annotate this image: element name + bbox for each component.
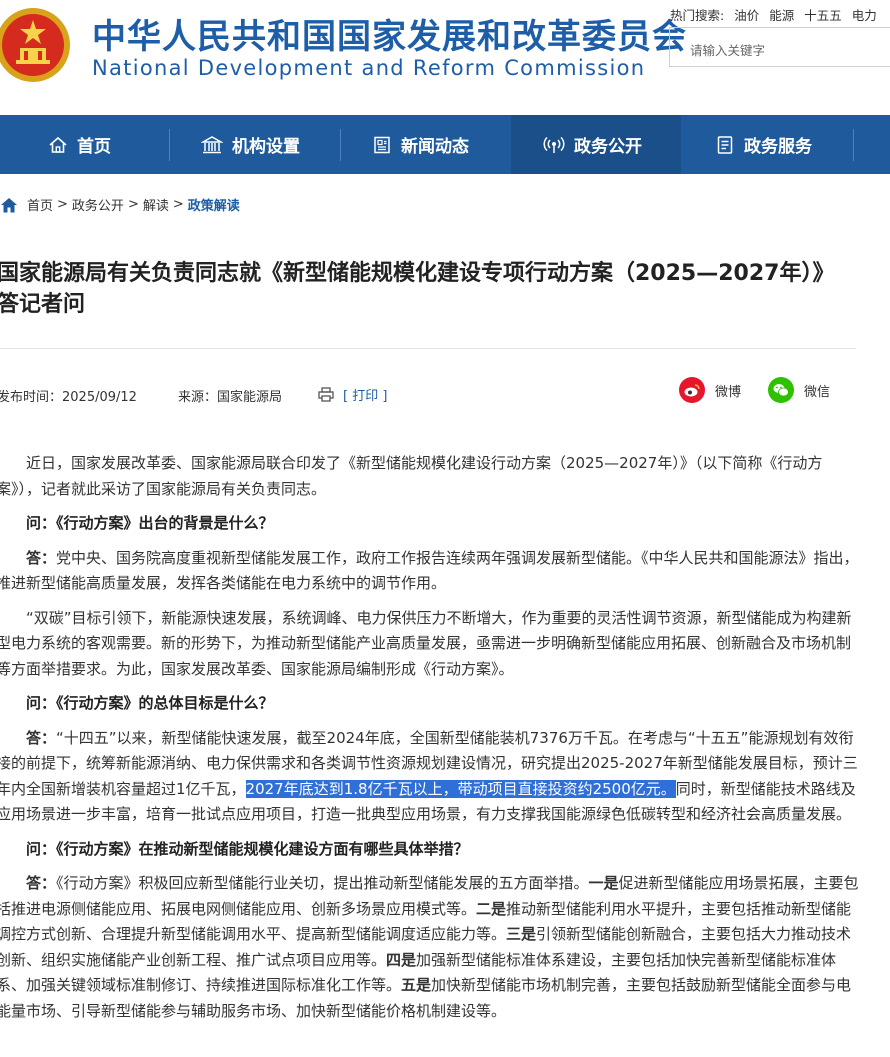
point-head: 五是 (401, 976, 432, 994)
answer-lead: 答： (26, 874, 57, 892)
breadcrumb-current[interactable]: 政策解读 (188, 195, 240, 214)
hot-search: 热门搜索: 油价 能源 十五五 电力 (670, 5, 877, 24)
paragraph: 近日，国家发展改革委、国家能源局联合印发了《新型储能规模化建设行动方案（2025… (0, 454, 823, 498)
wechat-icon (768, 377, 794, 403)
question: 问：《行动方案》出台的背景是什么？ (26, 514, 274, 532)
nav-divider (169, 129, 170, 161)
selected-text[interactable]: 2027年底达到1.8亿千瓦以上，带动项目直接投资约2500亿元。 (245, 779, 676, 798)
answer-text: 《行动方案》积极回应新型储能行业关切，提出推动新型储能发展的五方面举措。 (56, 874, 589, 892)
national-emblem-icon[interactable] (0, 6, 72, 84)
answer-lead: 答： (26, 728, 57, 747)
main-nav: 首页 机构设置 新闻动态 政务公开 政务服务 (0, 115, 890, 174)
point-head: 二是 (476, 899, 507, 918)
divider (0, 348, 856, 349)
paragraph: “双碳”目标引领下，新能源快速发展，系统调峰、电力保供压力不断增大，作为重要的灵… (0, 608, 852, 678)
nav-item-label: 机构设置 (232, 137, 300, 157)
point-head: 四是 (386, 950, 417, 969)
news-icon (374, 136, 390, 153)
print-button[interactable]: [ 打印 ] (318, 385, 387, 404)
point-head: 三是 (506, 925, 537, 943)
nav-item-label: 政务公开 (574, 137, 642, 157)
share-weibo[interactable]: 微博 (679, 377, 741, 403)
site-title-cn[interactable]: 中华人民共和国国家发展和改革委员会 (92, 17, 687, 57)
article-title: 国家能源局有关负责同志就《新型储能规模化建设专项行动方案（2025—2027年）… (0, 261, 824, 317)
answer-lead: 答： (26, 548, 57, 567)
point-head: 一是 (588, 874, 619, 892)
nav-divider (853, 129, 854, 161)
article-body: 近日，国家发展改革委、国家能源局联合印发了《新型储能规模化建设行动方案（2025… (0, 451, 860, 1033)
hot-search-label: 热门搜索: (670, 8, 725, 23)
question: 问：《行动方案》在推动新型储能规模化建设方面有哪些具体举措？ (26, 839, 469, 858)
search-placeholder: 请输入关键字 (690, 43, 766, 58)
breadcrumb-link[interactable]: 政务公开 (72, 195, 124, 214)
broadcast-icon (543, 136, 565, 153)
search-input[interactable]: 请输入关键字 (669, 27, 890, 67)
publish-label: 发布时间： (0, 390, 63, 405)
breadcrumb-link[interactable]: 解读 (143, 195, 169, 214)
breadcrumb-link[interactable]: 首页 (27, 195, 53, 214)
source-info: 来源：国家能源局 (178, 386, 282, 405)
weibo-icon (679, 377, 705, 403)
home-icon[interactable] (0, 197, 18, 213)
publish-info: 发布时间：2025/09/12 (0, 386, 137, 405)
nav-divider (340, 129, 341, 161)
answer-text: 党中央、国务院高度重视新型储能发展工作，政府工作报告连续两年强调发展新型储能。《… (0, 548, 859, 593)
breadcrumb-separator: > (57, 197, 68, 212)
nav-item-label: 政务服务 (744, 137, 812, 157)
breadcrumb: 首页 > 政务公开 > 解读 > 政策解读 (0, 195, 240, 214)
document-icon (717, 135, 733, 154)
nav-item-organization[interactable]: 机构设置 (201, 115, 300, 174)
site-title-en[interactable]: National Development and Reform Commissi… (92, 55, 645, 81)
home-icon (49, 136, 67, 153)
building-icon (201, 135, 223, 153)
nav-item-home[interactable]: 首页 (48, 115, 111, 174)
breadcrumb-separator: > (172, 197, 184, 212)
answer-paragraph: 答：《行动方案》积极回应新型储能行业关切，提出推动新型储能发展的五方面举措。一是… (0, 871, 860, 1024)
hot-keyword[interactable]: 油价 (734, 8, 759, 23)
site-header: 中华人民共和国国家发展和改革委员会 National Development a… (0, 0, 890, 115)
answer-paragraph: 答：党中央、国务院高度重视新型储能发展工作，政府工作报告连续两年强调发展新型储能… (0, 546, 860, 597)
share-wechat-label: 微信 (804, 384, 831, 400)
breadcrumb-separator: > (127, 197, 139, 212)
hot-keyword[interactable]: 电力 (852, 8, 877, 23)
nav-item-news[interactable]: 新闻动态 (372, 115, 469, 174)
source-label: 来源： (178, 390, 218, 405)
question: 问：《行动方案》的总体目标是什么？ (26, 694, 274, 712)
hot-keyword[interactable]: 十五五 (804, 8, 842, 23)
answer-paragraph: 答：“十四五”以来，新型储能快速发展，截至2024年底，全国新型储能装机7376… (0, 726, 860, 828)
publish-date: 2025/09/12 (62, 390, 137, 405)
hot-keyword[interactable]: 能源 (769, 8, 794, 23)
share-weibo-label: 微博 (715, 384, 742, 400)
nav-item-government-affairs[interactable]: 政务公开 (511, 115, 681, 174)
print-label: [ 打印 ] (343, 389, 388, 404)
nav-item-label: 新闻动态 (401, 137, 469, 157)
source-value: 国家能源局 (217, 390, 283, 405)
share-wechat[interactable]: 微信 (768, 377, 830, 403)
nav-item-services[interactable]: 政务服务 (715, 115, 812, 174)
nav-item-label: 首页 (77, 137, 111, 157)
printer-icon (318, 387, 334, 402)
